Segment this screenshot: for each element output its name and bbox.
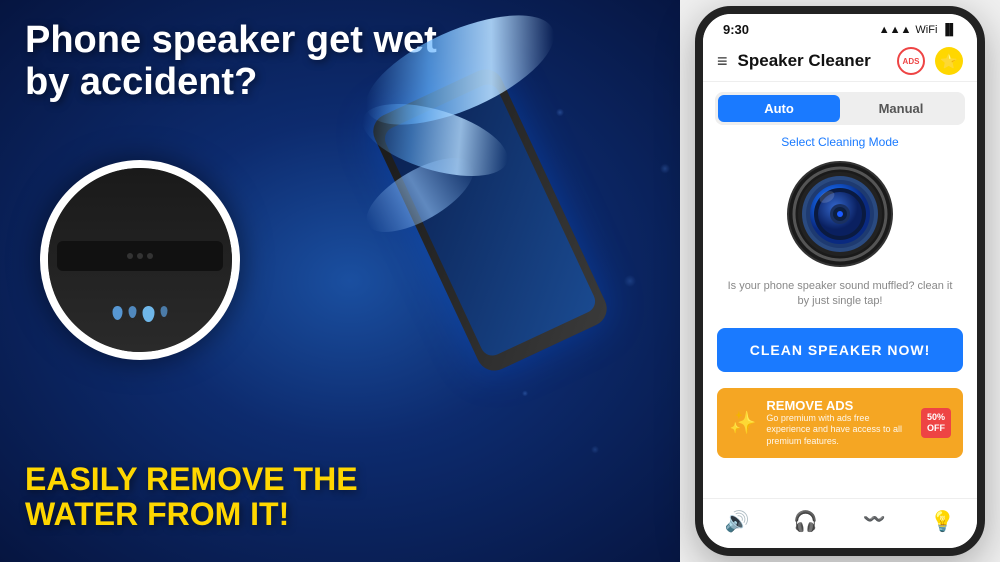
phone-splash-image <box>360 30 640 450</box>
remove-ads-banner[interactable]: ✨ REMOVE ADS Go premium with ads free ex… <box>717 388 963 458</box>
battery-icon: ▐▌ <box>941 24 957 36</box>
premium-badge[interactable]: ⭐ <box>935 47 963 75</box>
right-section: 9:30 ▲▲▲ WiFi ▐▌ ≡ Speaker Cleaner ADS ⭐… <box>680 0 1000 562</box>
vibration-nav-icon: 〰️ <box>863 509 885 530</box>
ads-icon-badge[interactable]: ADS <box>897 47 925 75</box>
wifi-icon: WiFi <box>915 24 937 36</box>
ads-description: Go premium with ads free experience and … <box>766 413 911 448</box>
sub-headline: EASILY REMOVE THE WATER FROM IT! <box>25 462 405 532</box>
tab-bar: Auto Manual <box>715 92 965 125</box>
clean-speaker-button[interactable]: CLEAN SPEAKER NOW! <box>717 328 963 372</box>
nav-item-headphone[interactable]: 🎧 <box>772 509 841 534</box>
tab-auto[interactable]: Auto <box>718 95 840 122</box>
ads-star-icon: ✨ <box>729 410 756 436</box>
signal-icon: ▲▲▲ <box>879 24 912 36</box>
left-background: Phone speaker get wet by accident? <box>0 0 700 562</box>
nav-item-brightness[interactable]: 💡 <box>909 509 978 534</box>
app-header: ≡ Speaker Cleaner ADS ⭐ <box>703 41 977 82</box>
bottom-nav: 🔊 🎧 〰️ 💡 <box>703 498 977 548</box>
ads-title: REMOVE ADS <box>766 398 911 413</box>
select-mode-text: Select Cleaning Mode <box>703 135 977 149</box>
nav-item-vibration[interactable]: 〰️ <box>840 509 909 534</box>
description-text: Is your phone speaker sound muffled? cle… <box>703 279 977 310</box>
status-bar: 9:30 ▲▲▲ WiFi ▐▌ <box>703 14 977 41</box>
tab-manual[interactable]: Manual <box>840 95 962 122</box>
ads-text-block: REMOVE ADS Go premium with ads free expe… <box>766 398 911 448</box>
nav-item-speaker[interactable]: 🔊 <box>703 509 772 534</box>
status-time: 9:30 <box>723 22 749 37</box>
headphone-nav-icon: 🎧 <box>793 509 818 534</box>
speaker-closeup-circle <box>40 160 240 360</box>
status-icons: ▲▲▲ WiFi ▐▌ <box>879 24 957 36</box>
menu-icon[interactable]: ≡ <box>717 51 728 72</box>
off-badge: 50% OFF <box>921 408 951 438</box>
brightness-nav-icon: 💡 <box>930 509 955 534</box>
app-title: Speaker Cleaner <box>738 51 887 71</box>
phone-mockup: 9:30 ▲▲▲ WiFi ▐▌ ≡ Speaker Cleaner ADS ⭐… <box>695 6 985 556</box>
speaker-icon-container <box>703 159 977 269</box>
speaker-svg-icon <box>785 159 895 269</box>
speaker-nav-icon: 🔊 <box>725 509 750 534</box>
